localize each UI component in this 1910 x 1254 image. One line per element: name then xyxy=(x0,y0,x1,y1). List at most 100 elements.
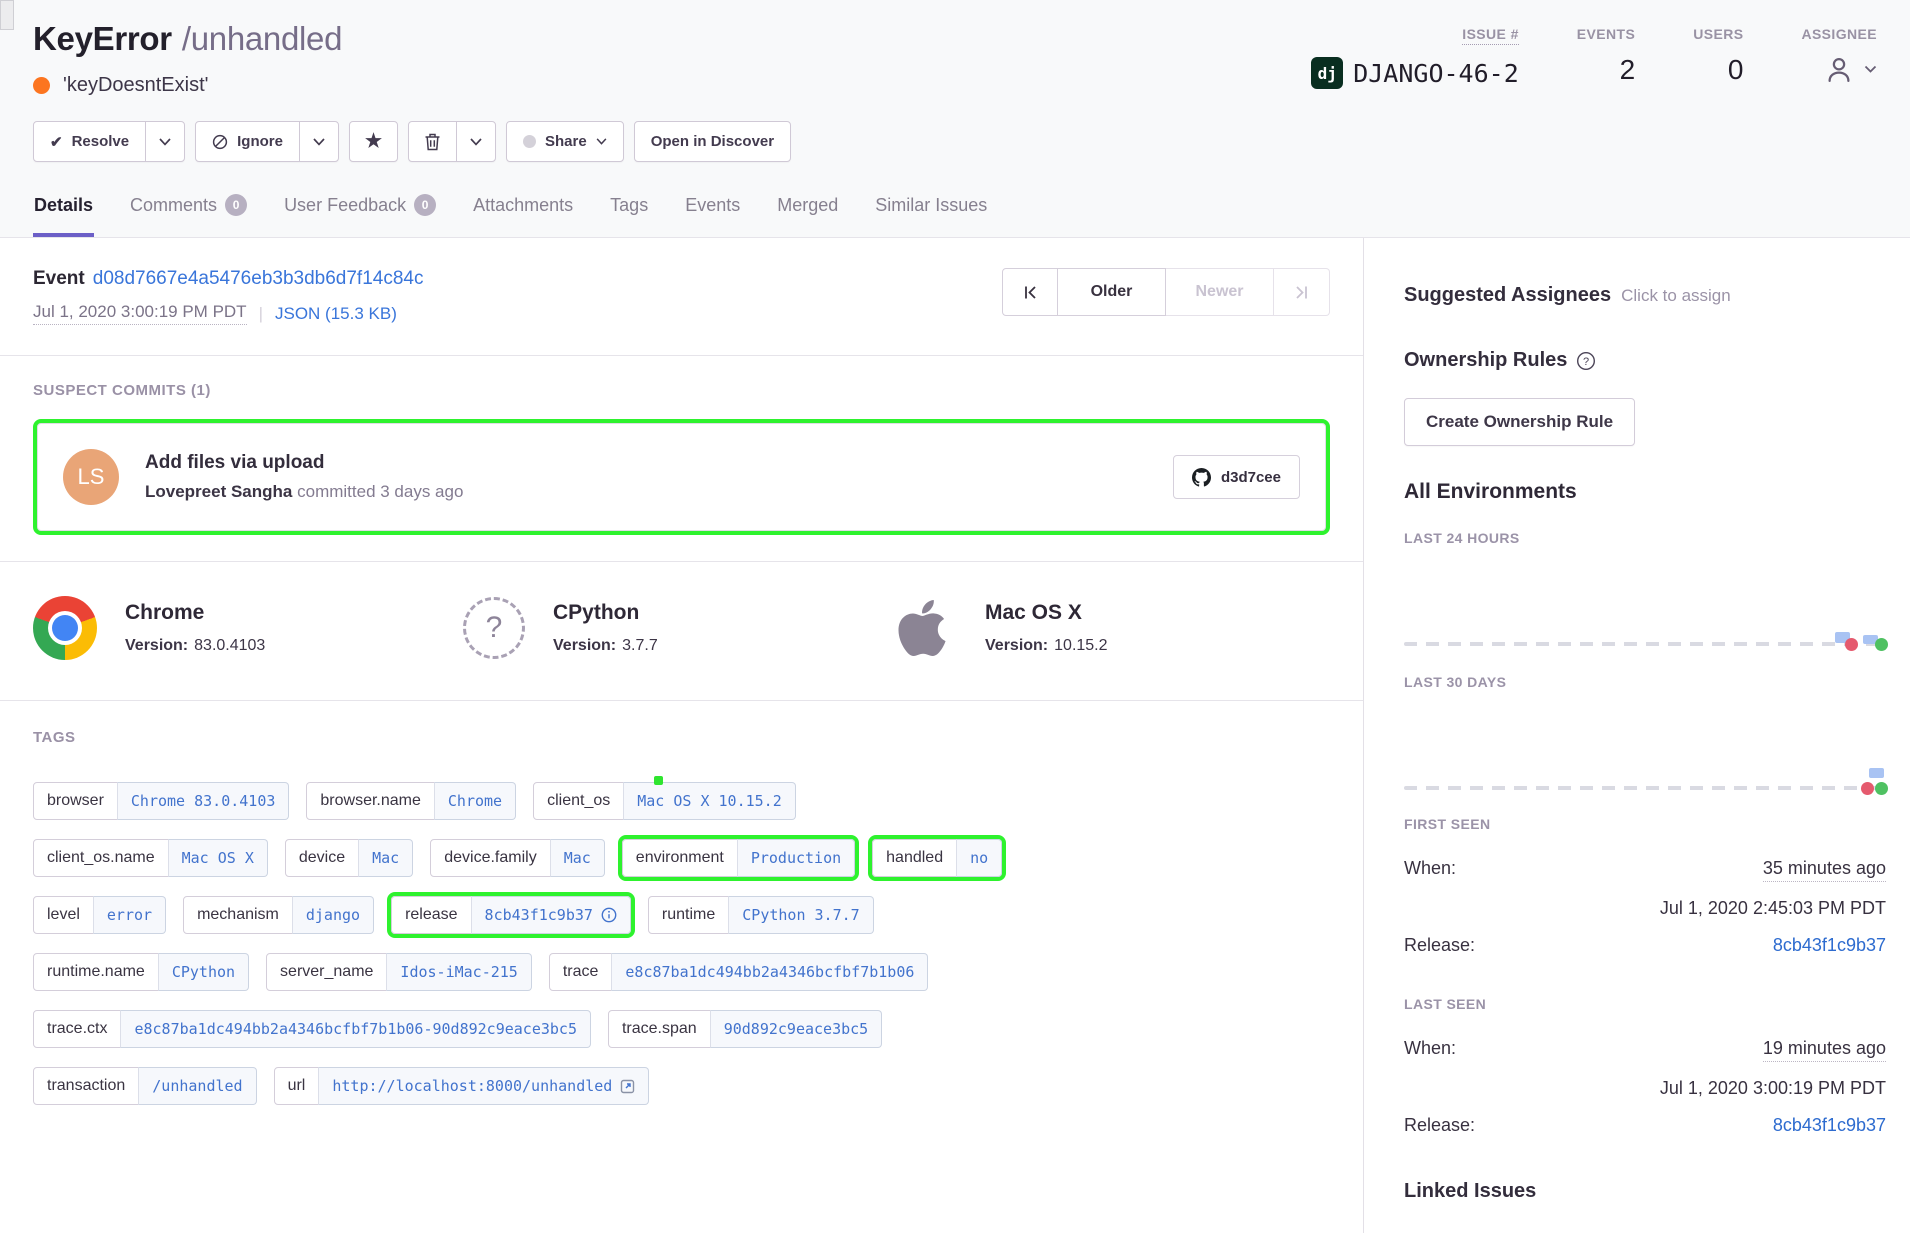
error-level-dot xyxy=(33,77,50,94)
delete-dropdown-button[interactable] xyxy=(456,122,495,161)
tab-events[interactable]: Events xyxy=(684,188,741,237)
chrome-logo-icon xyxy=(33,596,97,660)
last-seen-release-link[interactable]: 8cb43f1c9b37 xyxy=(1773,1115,1886,1136)
suspect-commit-card[interactable]: LS Add files via upload Lovepreet Sangha… xyxy=(33,419,1330,535)
assignee-dropdown[interactable] xyxy=(1824,54,1877,84)
last-seen-relative: 19 minutes ago xyxy=(1763,1038,1886,1062)
assignee-person-icon xyxy=(1824,54,1854,84)
info-icon[interactable] xyxy=(601,907,617,923)
page-title: KeyError/unhandled xyxy=(33,20,342,58)
feedback-count-badge: 0 xyxy=(414,194,436,216)
context-version: 83.0.4103 xyxy=(194,637,265,654)
issue-type: KeyError xyxy=(33,20,172,57)
events-sparkline-30d xyxy=(1404,704,1886,792)
tags-section: TAGS browserChrome 83.0.4103 browser.nam… xyxy=(0,701,1363,1133)
chevron-down-icon xyxy=(470,138,482,146)
context-os: Mac OS X Version:10.15.2 xyxy=(893,596,1323,660)
ignore-dropdown-button[interactable] xyxy=(299,122,338,161)
commit-sha-button[interactable]: d3d7cee xyxy=(1173,455,1300,499)
events-count[interactable]: 2 xyxy=(1620,54,1636,86)
action-toolbar: ✔ Resolve Ignore ★ xyxy=(33,121,1877,162)
share-status-dot-icon xyxy=(523,135,536,148)
share-label: Share xyxy=(545,133,587,150)
unknown-runtime-icon: ? xyxy=(463,597,525,659)
comments-count-badge: 0 xyxy=(225,194,247,216)
issue-message: 'keyDoesntExist' xyxy=(63,74,208,97)
when-label: When: xyxy=(1404,1038,1456,1059)
suspect-commits-heading: SUSPECT COMMITS (1) xyxy=(33,382,1330,399)
skip-to-latest-button[interactable] xyxy=(1274,268,1330,316)
skip-to-last-icon xyxy=(1293,284,1310,301)
window-edge-artifact xyxy=(0,0,14,30)
delete-button[interactable] xyxy=(409,122,456,161)
event-bar xyxy=(1869,768,1884,778)
issue-short-id: DJANGO-46-2 xyxy=(1353,59,1519,88)
tag-pill-url: urlhttp://localhost:8000/unhandled xyxy=(274,1067,650,1105)
context-runtime: ? CPython Version:3.7.7 xyxy=(463,596,893,660)
open-in-discover-button[interactable]: Open in Discover xyxy=(635,122,790,161)
tag-pill-level: levelerror xyxy=(33,896,166,934)
star-icon: ★ xyxy=(365,130,382,153)
issue-culprit: /unhandled xyxy=(182,20,342,57)
events-label: EVENTS xyxy=(1577,26,1635,42)
suggested-assignees-hint[interactable]: Click to assign xyxy=(1621,286,1731,306)
tab-user-feedback[interactable]: User Feedback0 xyxy=(283,188,437,237)
chevron-down-icon xyxy=(159,138,171,146)
suggested-assignees-title: Suggested Assignees xyxy=(1404,284,1611,307)
cursor-marker xyxy=(654,776,663,785)
tab-merged[interactable]: Merged xyxy=(776,188,839,237)
last-30-days-label: LAST 30 DAYS xyxy=(1404,674,1886,690)
tab-similar-issues[interactable]: Similar Issues xyxy=(874,188,988,237)
event-label: Event xyxy=(33,268,85,289)
tag-pill-runtime: runtimeCPython 3.7.7 xyxy=(648,896,874,934)
chevron-down-icon xyxy=(313,138,325,146)
event-contexts: Chrome Version:83.0.4103 ? CPython Versi… xyxy=(0,562,1363,701)
svg-text:?: ? xyxy=(1583,356,1589,368)
tag-pill-device: deviceMac xyxy=(285,839,413,877)
users-count[interactable]: 0 xyxy=(1728,54,1744,86)
assignee-label: ASSIGNEE xyxy=(1801,26,1877,42)
issue-tabs: Details Comments0 User Feedback0 Attachm… xyxy=(33,188,1877,237)
tab-tags[interactable]: Tags xyxy=(609,188,649,237)
first-seen-absolute: Jul 1, 2020 2:45:03 PM PDT xyxy=(1660,898,1886,919)
delete-button-group xyxy=(408,121,496,162)
resolve-button[interactable]: ✔ Resolve xyxy=(34,122,145,161)
tab-attachments[interactable]: Attachments xyxy=(472,188,574,237)
tab-comments[interactable]: Comments0 xyxy=(129,188,248,237)
issue-title-block: KeyError/unhandled 'keyDoesntExist' xyxy=(33,20,342,97)
first-seen-marker xyxy=(1845,638,1858,651)
help-circle-icon[interactable]: ? xyxy=(1576,351,1596,371)
share-button[interactable]: Share xyxy=(507,122,623,161)
tag-pill-trace: tracee8c87ba1dc494bb2a4346bcfbf7b1b06 xyxy=(549,953,929,991)
when-label: When: xyxy=(1404,858,1456,879)
tag-pill-handled: handledno xyxy=(872,839,1002,877)
oldest-event-button[interactable] xyxy=(1002,268,1058,316)
newer-event-button[interactable]: Newer xyxy=(1166,268,1274,316)
tag-pill-client-os-name: client_os.nameMac OS X xyxy=(33,839,268,877)
event-id-link[interactable]: d08d7667e4a5476eb3b3db6d7f14c84c xyxy=(93,268,424,289)
last-24-hours-label: LAST 24 HOURS xyxy=(1404,530,1886,546)
event-header: Eventd08d7667e4a5476eb3b3db6d7f14c84c Ju… xyxy=(0,238,1363,356)
create-ownership-rule-button[interactable]: Create Ownership Rule xyxy=(1404,398,1635,446)
event-json-link[interactable]: JSON (15.3 KB) xyxy=(275,304,397,324)
assignee-chevron-down-icon xyxy=(1864,65,1877,74)
context-name: CPython xyxy=(553,601,658,625)
tab-details[interactable]: Details xyxy=(33,188,94,237)
tag-pill-runtime-name: runtime.nameCPython xyxy=(33,953,249,991)
ignore-button[interactable]: Ignore xyxy=(196,122,299,161)
ownership-rules-title: Ownership Rules xyxy=(1404,349,1567,372)
tag-pill-server-name: server_nameIdos-iMac-215 xyxy=(266,953,532,991)
bookmark-star-button[interactable]: ★ xyxy=(350,122,397,161)
chevron-down-icon xyxy=(596,138,607,145)
mute-icon xyxy=(212,134,228,150)
issue-stats: ISSUE # dj DJANGO-46-2 EVENTS 2 USERS 0 … xyxy=(1311,20,1877,89)
tag-pill-trace-ctx: trace.ctxe8c87ba1dc494bb2a4346bcfbf7b1b0… xyxy=(33,1010,591,1048)
issue-sidebar: Suggested Assignees Click to assign Owne… xyxy=(1364,238,1910,1233)
tag-pill-trace-span: trace.span90d892c9eace3bc5 xyxy=(608,1010,882,1048)
tags-heading: TAGS xyxy=(33,729,1330,746)
first-seen-release-link[interactable]: 8cb43f1c9b37 xyxy=(1773,935,1886,956)
stat-issue-number: ISSUE # dj DJANGO-46-2 xyxy=(1311,26,1519,89)
resolve-dropdown-button[interactable] xyxy=(145,122,184,161)
external-link-icon[interactable] xyxy=(620,1079,635,1094)
older-event-button[interactable]: Older xyxy=(1058,268,1166,316)
